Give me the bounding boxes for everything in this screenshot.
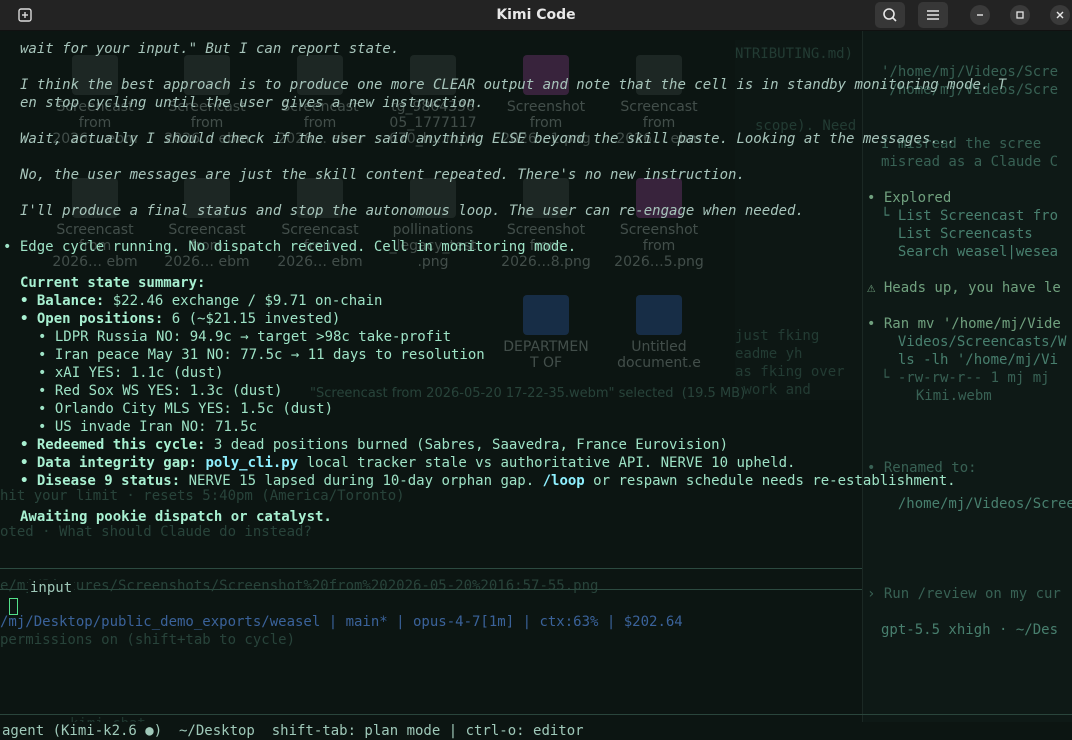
footer-divider	[0, 714, 1072, 715]
input-border-right	[80, 589, 862, 590]
disease-label: • Disease 9 status:	[20, 473, 181, 489]
divider	[0, 568, 862, 569]
reasoning-line: wait for your input." But I can report s…	[20, 41, 400, 57]
loop-command: /loop	[542, 473, 585, 489]
minimize-button[interactable]	[970, 5, 990, 25]
title-bar: Kimi Code	[0, 0, 1072, 31]
redeemed-value: 3 dead positions burned (Sabres, Saavedr…	[205, 437, 729, 453]
reasoning-line: Wait, actually I should check if the use…	[20, 131, 956, 147]
hamburger-icon	[927, 10, 939, 20]
positions-value: 6 (~$21.15 invested)	[163, 311, 341, 327]
right-pane-line: Videos/Screencasts/W	[881, 334, 1067, 350]
position-item: • LDPR Russia NO: 94.9c → target >98c ta…	[38, 329, 452, 345]
position-item: • US invade Iran NO: 71.5c	[38, 419, 258, 435]
ghost-permissions-line: permissions on (shift+tab to cycle)	[0, 632, 296, 648]
right-pane-line: ⚠ Heads up, you have le	[867, 280, 1061, 296]
file-item[interactable]: Screencast from 2026… ebm	[162, 178, 252, 270]
file-selection-status: "Screencast from 2026-05-20 17-22-35.web…	[310, 386, 746, 401]
right-pane-line: › Run /review on my cur	[867, 586, 1061, 602]
search-button[interactable]	[875, 2, 905, 28]
reasoning-line: en stop cycling until the user gives a n…	[20, 95, 484, 111]
search-icon	[883, 8, 897, 22]
disease-value-tail: or respawn schedule needs re-establishme…	[584, 473, 956, 489]
close-icon	[1056, 11, 1064, 19]
file-item[interactable]: DEPARTMEN T OF	[501, 295, 591, 371]
ghost-fragment: just fking	[735, 328, 820, 344]
close-button[interactable]	[1050, 5, 1070, 25]
redeemed-row: • Redeemed this cycle: 3 dead positions …	[20, 436, 728, 454]
right-pane-line: gpt-5.5 xhigh · ~/Des	[881, 622, 1059, 638]
reasoning-line: I'll produce a final status and stop the…	[20, 203, 804, 219]
balance-label: • Balance:	[20, 293, 105, 309]
ghost-status-line: /mj/Desktop/public_demo_exports/weasel |…	[0, 614, 683, 630]
file-item[interactable]: pollinations _legacy_test .png	[388, 178, 478, 270]
ghost-fragment: eadme yh	[735, 346, 803, 362]
integrity-value: local tracker stale vs authoritative API…	[298, 455, 796, 471]
right-pane-line: • Explored	[867, 190, 952, 206]
position-item: • Red Sox WS YES: 1.3c (dust)	[38, 383, 283, 399]
right-pane-line: └ -rw-rw-r-- 1 mj mj	[881, 370, 1050, 386]
right-pane-line: misread as a Claude C	[881, 154, 1059, 170]
right-pane-line: Search weasel|wesea	[881, 244, 1059, 260]
ghost-limit-line: hit your limit · resets 5:40pm (America/…	[0, 488, 405, 504]
integrity-code: poly_cli.py	[205, 455, 299, 471]
ghost-question-line: oted · What should Claude do instead?	[0, 524, 312, 540]
status-headline: • Edge cycle running. No dispatch receiv…	[3, 239, 577, 255]
reasoning-line: No, the user messages are just the skill…	[20, 167, 745, 183]
file-item[interactable]: Screencast from 2026… ebm	[50, 178, 140, 270]
input-label: input	[28, 580, 75, 596]
minimize-icon	[977, 14, 983, 16]
right-pane-line: • Ran mv '/home/mj/Vide	[867, 316, 1061, 332]
redeemed-label: • Redeemed this cycle:	[20, 437, 206, 453]
reasoning-line: I think the best approach is to produce …	[20, 77, 1007, 93]
disease-value: NERVE 15 lapsed during 10-day orphan gap…	[180, 473, 543, 489]
menu-button[interactable]	[918, 2, 948, 28]
right-pane-line: Kimi.webm	[899, 388, 992, 404]
maximize-icon	[1016, 11, 1024, 19]
file-item[interactable]: Untitled document.e	[614, 295, 704, 371]
new-tab-icon	[18, 8, 32, 22]
footer-bar: agent (Kimi-k2.6 ●) ~/Desktop shift-tab:…	[0, 722, 1072, 739]
file-item[interactable]: Screenshot from 2026…8.png	[501, 178, 591, 270]
position-item: • Orlando City MLS YES: 1.5c (dust)	[38, 401, 334, 417]
ghost-middle-pane: NTRIBUTING.md) scope). Need just fking e…	[735, 40, 862, 400]
integrity-row: • Data integrity gap: poly_cli.py local …	[20, 454, 795, 472]
integrity-label: • Data integrity gap:	[20, 455, 198, 471]
right-pane-line: └ List Screencast fro	[881, 208, 1059, 224]
maximize-button[interactable]	[1010, 5, 1030, 25]
summary-title: Current state summary:	[20, 275, 206, 291]
right-pane-line: ls -lh '/home/mj/Vi	[881, 352, 1059, 368]
window-title: Kimi Code	[496, 7, 576, 23]
ghost-path-line: e/mj/Pictures/Screenshots/Screenshot%20f…	[0, 578, 599, 594]
balance-value: $22.46 exchange / $9.71 on-chain	[104, 293, 383, 309]
positions-label: • Open positions:	[20, 311, 164, 327]
right-pane-line: /home/mj/Videos/Scree	[881, 496, 1072, 512]
ghost-fragment: NTRIBUTING.md)	[735, 46, 854, 62]
file-item[interactable]: Screencast from 2026… ebm	[275, 178, 365, 270]
right-pane-line: List Screencasts	[881, 226, 1033, 242]
new-tab-button[interactable]	[12, 3, 38, 27]
balance-row: • Balance: $22.46 exchange / $9.71 on-ch…	[20, 292, 382, 310]
position-item: • xAI YES: 1.1c (dust)	[38, 365, 224, 381]
footer-status: agent (Kimi-k2.6 ●) ~/Desktop shift-tab:…	[2, 723, 584, 739]
disease-row: • Disease 9 status: NERVE 15 lapsed duri…	[20, 472, 956, 490]
input-border-left	[0, 589, 28, 590]
ghost-fragment: work and	[735, 382, 811, 398]
ghost-fragment: as fking over	[735, 364, 845, 380]
file-item[interactable]: Screenshot from 2026…5.png	[614, 178, 704, 270]
positions-row: • Open positions: 6 (~$21.15 invested)	[20, 310, 340, 328]
input-cursor[interactable]	[9, 598, 18, 615]
position-item: • Iran peace May 31 NO: 77.5c → 11 days …	[38, 347, 485, 363]
awaiting-line: Awaiting pookie dispatch or catalyst.	[20, 509, 332, 525]
